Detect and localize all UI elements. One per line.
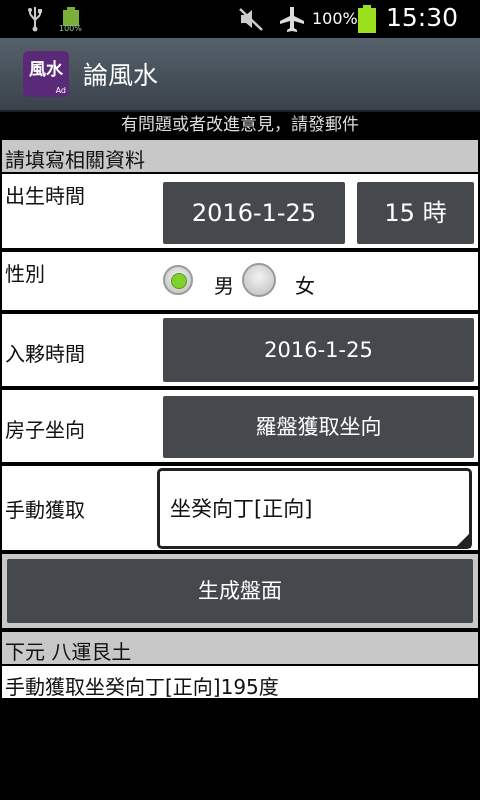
- small-battery-text: 100%: [59, 24, 82, 33]
- birth-time-label: 出生時間: [5, 184, 85, 208]
- result-line-2: 手動獲取坐癸向丁[正向]195度: [2, 666, 478, 699]
- birth-time-row: 出生時間 2016-1-25 15 時: [2, 174, 478, 248]
- move-in-row: 入夥時間 2016-1-25: [2, 314, 478, 386]
- orientation-label: 房子坐向: [5, 418, 85, 442]
- manual-input-value: 坐癸向丁[正向]: [170, 497, 313, 521]
- manual-label: 手動獲取: [5, 498, 85, 522]
- clock: 15:30: [386, 3, 459, 32]
- generate-row: 生成盤面: [2, 554, 478, 628]
- status-bar: 100% 100% 15:30: [0, 0, 480, 38]
- battery-percent-text: 100%: [312, 9, 358, 28]
- result-line-1: 下元 八運艮土: [2, 632, 478, 664]
- move-in-label: 入夥時間: [5, 342, 85, 366]
- form-header: 請填寫相關資料: [2, 140, 478, 172]
- gender-male-radio[interactable]: [163, 265, 193, 295]
- mute-icon: [239, 8, 263, 31]
- birth-hour-button[interactable]: 15 時: [357, 182, 474, 244]
- compass-button[interactable]: 羅盤獲取坐向: [163, 396, 474, 458]
- result-text-2: 手動獲取坐癸向丁[正向]195度: [5, 675, 279, 699]
- manual-row: 手動獲取 坐癸向丁[正向]: [2, 466, 478, 550]
- app-title: 論風水: [83, 61, 159, 90]
- gender-female-radio[interactable]: [242, 263, 276, 297]
- action-bar: 風水 Ad 論風水: [0, 38, 480, 112]
- ad-badge: Ad: [55, 86, 66, 95]
- dropdown-corner-icon: [455, 532, 471, 548]
- app-icon[interactable]: 風水 Ad: [23, 51, 69, 97]
- feedback-link[interactable]: 有問題或者改進意見，請發郵件: [0, 112, 480, 138]
- gender-row: 性別 男 女: [2, 252, 478, 310]
- battery-icon: [358, 5, 376, 33]
- form-header-label: 請填寫相關資料: [5, 148, 145, 172]
- gender-label: 性別: [5, 262, 45, 286]
- move-in-date-button[interactable]: 2016-1-25: [163, 318, 474, 382]
- generate-button[interactable]: 生成盤面: [7, 559, 473, 623]
- manual-orientation-input[interactable]: 坐癸向丁[正向]: [157, 468, 472, 549]
- gender-male-label[interactable]: 男: [214, 270, 234, 299]
- radio-selected-dot: [171, 273, 187, 289]
- orientation-row: 房子坐向 羅盤獲取坐向: [2, 390, 478, 462]
- airplane-icon: [280, 7, 304, 32]
- usb-icon: [28, 7, 42, 32]
- result-text-1: 下元 八運艮土: [5, 640, 132, 664]
- app-icon-text: 風水: [29, 60, 63, 80]
- birth-date-button[interactable]: 2016-1-25: [163, 182, 345, 244]
- gender-female-label[interactable]: 女: [295, 270, 315, 299]
